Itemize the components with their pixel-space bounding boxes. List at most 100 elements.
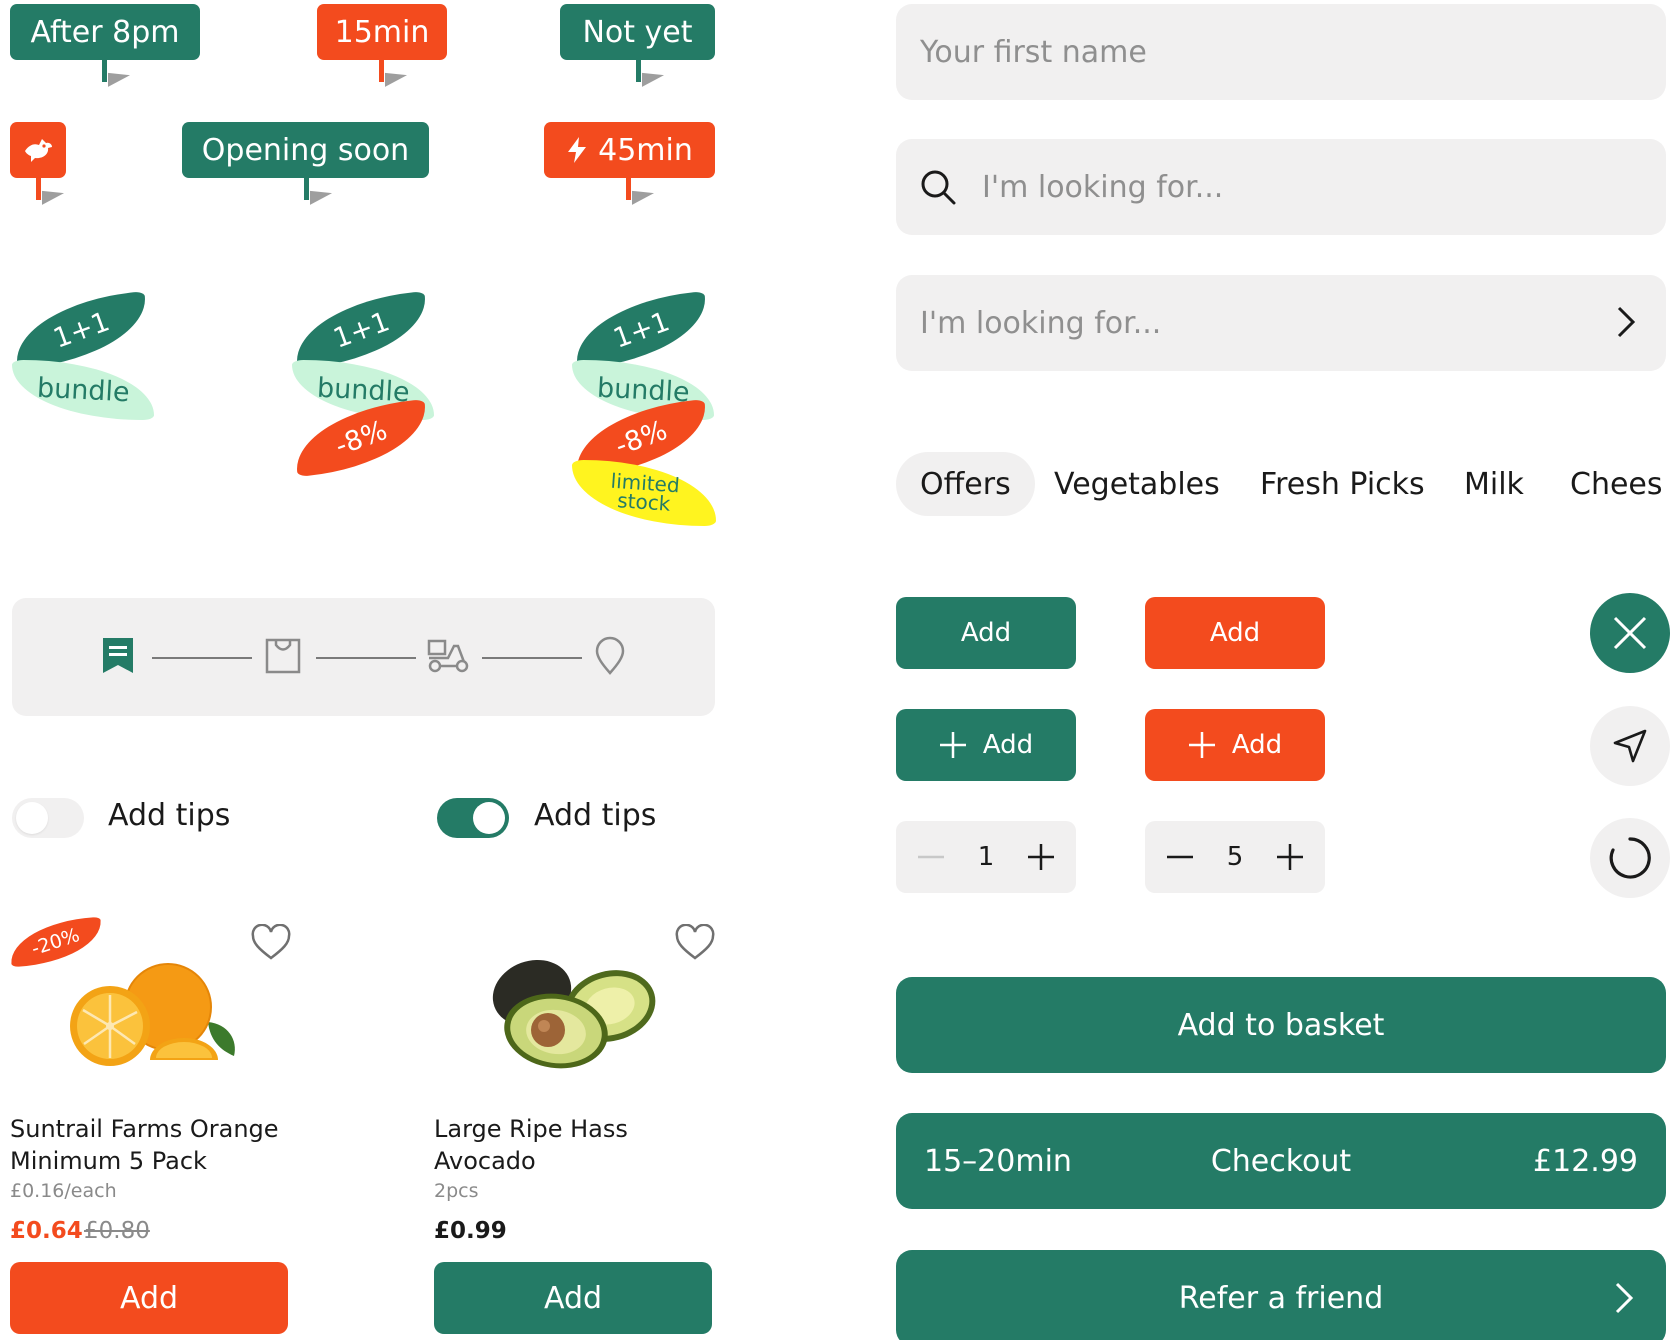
close-icon (1612, 615, 1648, 651)
badge-1plus1: 1+1 (11, 291, 151, 369)
add-label: Add (1231, 730, 1283, 760)
flag-pole (304, 178, 309, 200)
loading-button[interactable] (1590, 818, 1670, 898)
badge-text: 1+1 (328, 305, 394, 355)
flag-pole (102, 60, 107, 82)
flag-shadow (310, 179, 332, 205)
product-name-line: Suntrail Farms Orange (10, 1115, 279, 1143)
product-unit-price: 2pcs (434, 1180, 479, 1202)
tips-toggle-label: Add tips (534, 798, 657, 833)
bag-icon (264, 636, 302, 680)
flag-shadow (385, 61, 407, 87)
product-name-line: Avocado (434, 1147, 536, 1175)
search-nav-field[interactable]: I'm looking for... (896, 275, 1666, 371)
add-button-orange[interactable]: Add (1145, 597, 1325, 669)
loading-spinner-icon (1608, 836, 1652, 880)
badge-text: 1+1 (608, 305, 674, 355)
bird-icon (22, 136, 54, 164)
flag-shadow (642, 61, 664, 87)
product-name: Suntrail Farms Orange Minimum 5 Pack (10, 1113, 279, 1177)
close-button[interactable] (1590, 593, 1670, 673)
refer-friend-label: Refer a friend (1178, 1280, 1384, 1316)
add-plus-button-green[interactable]: Add (896, 709, 1076, 781)
add-to-basket-button[interactable]: Add to basket (896, 977, 1666, 1073)
flag-not-yet: Not yet (560, 4, 715, 87)
plus-icon[interactable] (1006, 821, 1076, 893)
quantity-stepper: 5 (1145, 821, 1325, 893)
add-plus-button-orange[interactable]: Add (1145, 709, 1325, 781)
search-icon (920, 169, 956, 205)
refer-friend-button[interactable]: Refer a friend (896, 1250, 1666, 1340)
add-to-basket-label: Add to basket (1177, 1007, 1385, 1043)
plus-icon[interactable] (1255, 821, 1325, 893)
search-placeholder: I'm looking for... (982, 169, 1224, 205)
search-nav-placeholder: I'm looking for... (920, 305, 1162, 341)
category-chip-milk[interactable]: Milk (1464, 452, 1524, 516)
flag-shadow (42, 179, 64, 205)
badge-text: bundle (35, 372, 131, 408)
plus-icon (1188, 731, 1216, 759)
flag-bird (10, 122, 66, 205)
toggle-knob (16, 802, 48, 834)
navigate-button[interactable] (1590, 706, 1670, 786)
search-input[interactable]: I'm looking for... (896, 139, 1666, 235)
flag-pole (636, 60, 641, 82)
flag-opening-soon: Opening soon (182, 122, 429, 205)
flag-15min: 15min (317, 4, 447, 87)
chevron-right-icon (1614, 1281, 1634, 1315)
category-chip-fresh-picks[interactable]: Fresh Picks (1260, 452, 1425, 516)
location-pin-icon (592, 636, 628, 680)
flag-label: 45min (598, 132, 693, 168)
minus-icon[interactable] (1145, 821, 1215, 893)
category-chip-vegetables[interactable]: Vegetables (1054, 452, 1220, 516)
badge-limited-stock: limited stock (572, 460, 716, 526)
favorite-heart-icon[interactable] (250, 923, 292, 966)
minus-icon[interactable] (896, 821, 966, 893)
product-price: £0.99 (434, 1218, 507, 1244)
flag-label: Not yet (582, 14, 693, 50)
tracker-connector (316, 657, 416, 659)
plus-icon (939, 731, 967, 759)
first-name-field[interactable]: Your first name (896, 4, 1666, 100)
checkout-button[interactable]: 15–20min Checkout £12.99 (896, 1113, 1666, 1209)
tracker-connector (482, 657, 582, 659)
product-price: £0.64 (10, 1218, 83, 1244)
add-to-cart-button[interactable]: Add (10, 1262, 288, 1334)
flag-label: Opening soon (201, 132, 410, 168)
favorite-heart-icon[interactable] (674, 923, 716, 966)
order-progress-tracker (12, 598, 715, 716)
orange-image (58, 952, 248, 1082)
product-name-line: Minimum 5 Pack (10, 1147, 207, 1175)
add-to-cart-button[interactable]: Add (434, 1262, 712, 1334)
chevron-right-icon (1616, 305, 1636, 339)
badge-text-line: stock (616, 488, 671, 516)
badge-bundle: bundle (12, 360, 154, 420)
flag-shadow (632, 179, 654, 205)
flag-45min: 45min (544, 122, 715, 205)
lightning-icon (566, 136, 588, 164)
badge-1plus1: 1+1 (291, 291, 431, 369)
badge-text: -8% (330, 414, 391, 462)
scooter-icon (426, 636, 470, 680)
badge-text: -8% (610, 414, 671, 462)
tips-toggle-label: Add tips (108, 798, 231, 833)
flag-label: After 8pm (30, 14, 180, 50)
tips-toggle-off[interactable] (12, 798, 84, 838)
badge-text: limited stock (608, 469, 680, 516)
product-name-line: Large Ripe Hass (434, 1115, 628, 1143)
flag-pole (379, 60, 384, 82)
flag-shadow (108, 61, 130, 87)
flag-pole (626, 178, 631, 200)
first-name-placeholder: Your first name (920, 34, 1147, 70)
tips-toggle-on[interactable] (437, 798, 509, 838)
checkout-total: £12.99 (1533, 1143, 1638, 1179)
order-received-icon (100, 636, 136, 680)
category-chip-offers[interactable]: Offers (896, 452, 1035, 516)
add-button-green[interactable]: Add (896, 597, 1076, 669)
flag-label: 15min (334, 14, 430, 50)
product-name: Large Ripe Hass Avocado (434, 1113, 628, 1177)
badge-discount: -8% (291, 399, 431, 477)
category-chip-cheese[interactable]: Chees (1570, 452, 1663, 516)
product-unit-price: £0.16/each (10, 1180, 117, 1202)
badge-1plus1: 1+1 (571, 291, 711, 369)
